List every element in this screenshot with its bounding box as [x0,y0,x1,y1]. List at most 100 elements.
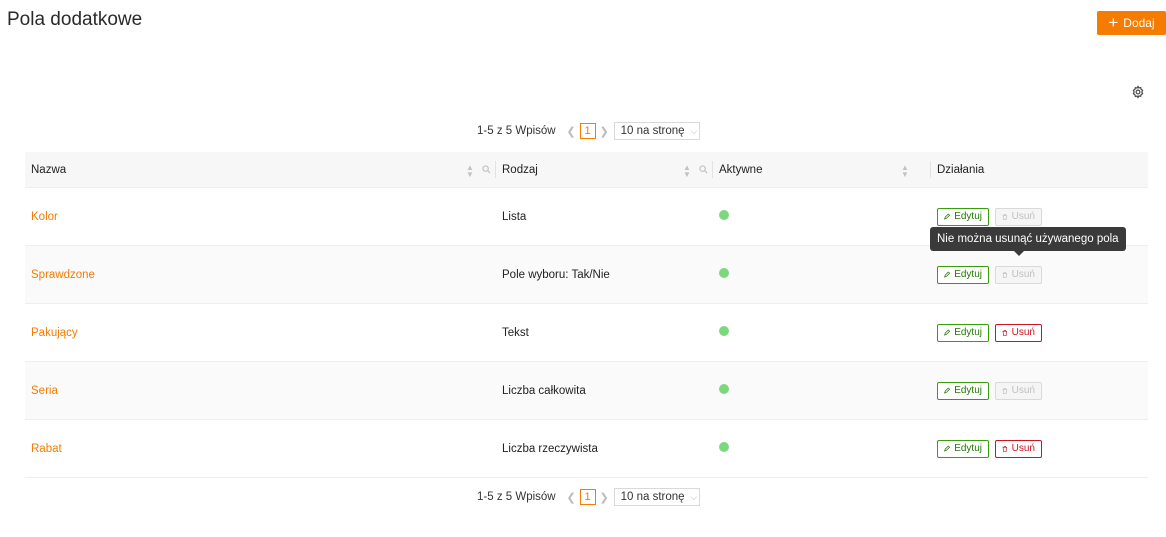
cell-actions: Edytuj Usuń [931,207,1148,226]
fields-table: Nazwa ▲ ▼ Rodzaj ▲ ▼ Aktywne ▲ ▼ Działania … [25,152,1148,478]
cell-name: Pakujący [25,327,496,339]
table-header: Nazwa ▲ ▼ Rodzaj ▲ ▼ Aktywne ▲ ▼ Działania [25,152,1148,188]
field-type: Liczba rzeczywista [502,442,598,455]
active-status-dot [719,267,729,278]
field-type: Tekst [502,326,529,339]
chevron-right-icon[interactable]: ❯ [598,125,611,138]
pencil-icon [944,329,951,336]
cell-active [713,441,931,455]
add-button-label: Dodaj [1123,16,1155,30]
sort-icon[interactable]: ▲ ▼ [901,164,909,179]
cell-actions: Edytuj Usuń [931,381,1148,400]
edit-button-label: Edytuj [954,385,982,396]
trash-icon [1002,445,1008,452]
sort-icon[interactable]: ▲ ▼ [683,164,691,179]
chevron-down-icon: ⌵ [690,491,698,502]
page-title: Pola dodatkowe [7,9,143,30]
column-label: Działania [937,163,985,176]
column-header-name[interactable]: Nazwa ▲ ▼ [25,152,496,187]
chevron-left-icon[interactable]: ❮ [565,491,578,504]
delete-button[interactable]: Usuń [995,439,1042,458]
page-size-value: 10 na stronę [620,491,685,503]
active-status-dot [719,209,729,220]
delete-button[interactable]: Usuń [995,381,1042,400]
cell-actions: Edytuj Usuń [931,265,1148,284]
cell-name: Kolor [25,211,496,223]
page-number[interactable]: 1 [579,123,596,139]
edit-button-label: Edytuj [954,327,982,338]
delete-button[interactable]: Usuń [995,323,1042,342]
cell-name: Rabat [25,443,496,455]
delete-tooltip: Nie można usunąć używanego pola [930,227,1126,256]
delete-button-label: Usuń [1011,385,1035,396]
field-name-link[interactable]: Rabat [31,443,62,455]
table-row: Seria Liczba całkowita Edytuj Usuń [25,362,1148,420]
edit-button[interactable]: Edytuj [937,323,989,342]
pagination-bottom: 1-5 z 5 Wpisów ❮ 1 ❯ 10 na stronę ⌵ [477,488,700,506]
pagination-total: 1-5 z 5 Wpisów [477,125,556,137]
field-type: Pole wyboru: Tak/Nie [502,268,610,281]
column-label: Aktywne [719,163,763,176]
page-number[interactable]: 1 [579,489,596,505]
cell-type: Liczba całkowita [496,385,713,397]
field-name-link[interactable]: Seria [31,385,58,397]
pencil-icon [944,271,951,278]
trash-icon [1002,213,1008,220]
field-name-link[interactable]: Kolor [31,211,58,223]
active-status-dot [719,383,729,394]
edit-button[interactable]: Edytuj [937,381,989,400]
table-row: Sprawdzone Pole wyboru: Tak/Nie Edytuj Usuń [25,246,1148,304]
trash-icon [1002,271,1008,278]
add-button[interactable]: + Dodaj [1097,11,1166,35]
cell-type: Liczba rzeczywista [496,443,713,455]
delete-button-label: Usuń [1011,211,1035,222]
pencil-icon [944,445,951,452]
page-size-select[interactable]: 10 na stronę ⌵ [613,488,700,506]
column-header-type[interactable]: Rodzaj ▲ ▼ [496,152,713,187]
column-label: Nazwa [31,163,67,176]
active-status-dot [719,325,729,336]
edit-button-label: Edytuj [954,269,982,280]
cell-name: Seria [25,385,496,397]
edit-button[interactable]: Edytuj [937,439,989,458]
column-label: Rodzaj [502,163,538,176]
pencil-icon [944,387,951,394]
field-name-link[interactable]: Sprawdzone [31,269,95,281]
cell-active [713,383,931,397]
pencil-icon [944,213,951,220]
column-header-active[interactable]: Aktywne ▲ ▼ [713,152,931,187]
delete-button-label: Usuń [1011,327,1035,338]
cell-name: Sprawdzone [25,269,496,281]
field-name-link[interactable]: Pakujący [31,327,78,339]
pagination-total: 1-5 z 5 Wpisów [477,491,556,503]
chevron-right-icon[interactable]: ❯ [598,491,611,504]
field-type: Liczba całkowita [502,384,586,397]
gear-icon[interactable] [1131,85,1145,99]
edit-button[interactable]: Edytuj [937,207,989,226]
page-size-select[interactable]: 10 na stronę ⌵ [613,122,700,140]
pagination-top: 1-5 z 5 Wpisów ❮ 1 ❯ 10 na stronę ⌵ [477,122,700,140]
search-icon[interactable] [482,165,491,174]
field-type: Lista [502,210,527,223]
plus-icon: + [1108,13,1119,32]
edit-button[interactable]: Edytuj [937,265,989,284]
delete-button-label: Usuń [1011,443,1035,454]
chevron-left-icon[interactable]: ❮ [565,125,578,138]
cell-active [713,267,931,281]
edit-button-label: Edytuj [954,443,982,454]
trash-icon [1002,387,1008,394]
table-row: Pakujący Tekst Edytuj Usuń [25,304,1148,362]
cell-active [713,209,931,223]
sort-icon[interactable]: ▲ ▼ [466,164,474,179]
trash-icon [1002,329,1008,336]
chevron-down-icon: ⌵ [690,125,698,136]
delete-button[interactable]: Usuń [995,265,1042,284]
page-size-value: 10 na stronę [620,125,685,137]
active-status-dot [719,441,729,452]
search-icon[interactable] [699,165,708,174]
delete-button[interactable]: Usuń [995,207,1042,226]
column-header-actions: Działania [931,152,1148,187]
table-row: Rabat Liczba rzeczywista Edytuj Usuń [25,420,1148,478]
edit-button-label: Edytuj [954,211,982,222]
cell-actions: Edytuj Usuń [931,323,1148,342]
